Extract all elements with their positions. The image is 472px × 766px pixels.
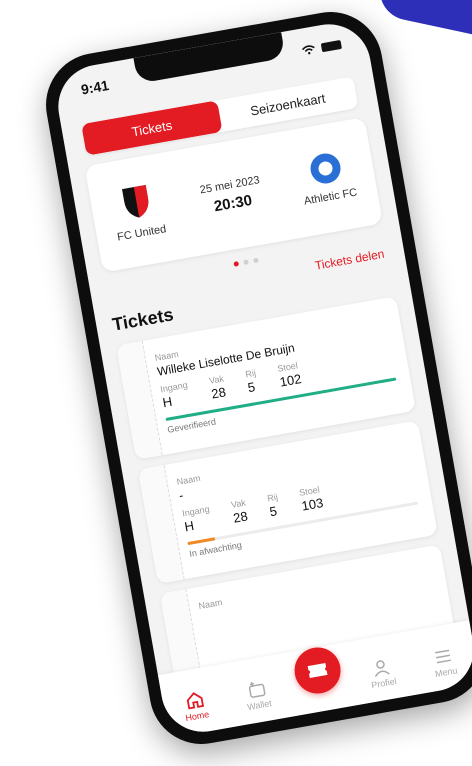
ball-icon	[308, 151, 343, 186]
tab-wallet[interactable]: Wallet	[231, 676, 285, 714]
menu-icon	[435, 649, 452, 664]
entrance-value: H	[161, 393, 174, 411]
row-label: Rij	[244, 367, 257, 380]
home-team-name: FC United	[116, 223, 168, 244]
seat-value: 103	[300, 495, 325, 514]
row-value: 5	[268, 503, 279, 520]
section-value: 28	[232, 508, 249, 526]
tab-menu[interactable]: Menu	[417, 643, 471, 681]
pager-dot[interactable]	[242, 259, 249, 266]
row-value: 5	[246, 379, 257, 396]
tab-home[interactable]: Home	[168, 687, 222, 725]
wifi-icon	[301, 45, 315, 55]
background-shape	[374, 0, 472, 45]
shield-icon	[121, 185, 149, 218]
battery-icon	[320, 39, 342, 52]
section-value: 28	[210, 384, 228, 402]
tickets-fab[interactable]	[290, 643, 345, 698]
tab-tickets-center[interactable]	[289, 643, 347, 704]
entrance-value: H	[183, 517, 196, 535]
pager-dot[interactable]	[252, 257, 259, 264]
phone-frame: 9:41 Tickets Seizoenkaart FC United 25 m…	[37, 3, 472, 753]
row-label: Rij	[266, 491, 279, 504]
pager-dot[interactable]	[232, 261, 239, 267]
tab-profile[interactable]: Profiel	[355, 654, 409, 692]
main-content: Tickets Seizoenkaart FC United 25 mei 20…	[59, 61, 469, 708]
profile-icon	[375, 660, 390, 677]
home-team: FC United	[109, 180, 168, 244]
away-team: Athletic FC	[296, 149, 358, 208]
match-info: 25 mei 2023 20:30	[199, 174, 264, 217]
tab-menu-label: Menu	[434, 665, 459, 680]
stage: 9:41 Tickets Seizoenkaart FC United 25 m…	[0, 0, 472, 766]
tab-wallet-label: Wallet	[246, 698, 273, 713]
status-icons	[301, 39, 342, 56]
phone-screen: 9:41 Tickets Seizoenkaart FC United 25 m…	[51, 17, 472, 739]
status-time: 9:41	[79, 76, 111, 98]
tab-home-label: Home	[184, 709, 210, 724]
home-icon	[186, 692, 204, 710]
ticket-icon	[307, 663, 328, 678]
wallet-icon	[248, 682, 266, 698]
seat-value: 102	[278, 371, 303, 390]
away-team-name: Athletic FC	[303, 186, 359, 208]
tab-profile-label: Profiel	[370, 676, 398, 691]
